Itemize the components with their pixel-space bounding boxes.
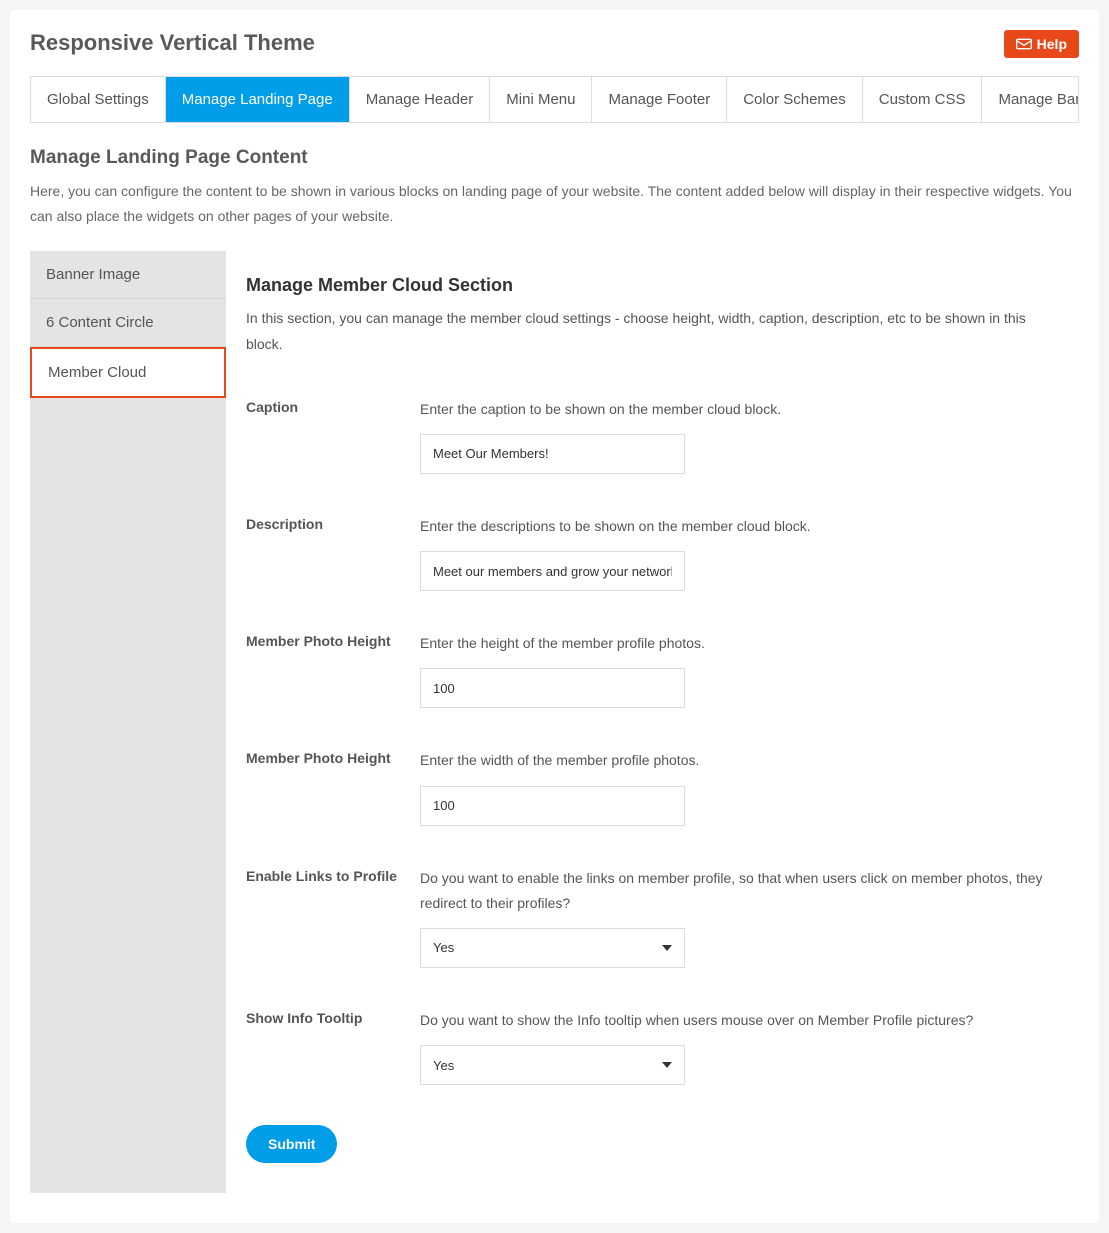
control-caption: Enter the caption to be shown on the mem… <box>420 397 1059 474</box>
header-row: Responsive Vertical Theme Help <box>30 30 1079 58</box>
helper-show-tooltip: Do you want to show the Info tooltip whe… <box>420 1008 1059 1033</box>
submit-button[interactable]: Submit <box>246 1125 337 1163</box>
row-enable-links: Enable Links to Profile Do you want to e… <box>246 866 1059 968</box>
label-photo-width: Member Photo Height <box>246 748 420 825</box>
label-description: Description <box>246 514 420 591</box>
helper-description: Enter the descriptions to be shown on th… <box>420 514 1059 539</box>
help-label: Help <box>1037 36 1067 52</box>
tab-manage-header[interactable]: Manage Header <box>350 77 491 122</box>
page-title: Responsive Vertical Theme <box>30 30 315 56</box>
content-title: Manage Member Cloud Section <box>246 275 1059 296</box>
help-button[interactable]: Help <box>1004 30 1079 58</box>
settings-panel: Banner Image 6 Content Circle Member Clo… <box>30 251 1079 1193</box>
control-photo-width: Enter the width of the member profile ph… <box>420 748 1059 825</box>
label-caption: Caption <box>246 397 420 474</box>
helper-caption: Enter the caption to be shown on the mem… <box>420 397 1059 422</box>
select-enable-links[interactable]: Yes <box>420 928 685 968</box>
row-photo-width: Member Photo Height Enter the width of t… <box>246 748 1059 825</box>
section-title: Manage Landing Page Content <box>30 147 1079 169</box>
tab-mini-menu[interactable]: Mini Menu <box>490 77 592 122</box>
control-description: Enter the descriptions to be shown on th… <box>420 514 1059 591</box>
tab-global-settings[interactable]: Global Settings <box>31 77 166 122</box>
row-caption: Caption Enter the caption to be shown on… <box>246 397 1059 474</box>
control-enable-links: Do you want to enable the links on membe… <box>420 866 1059 968</box>
tab-manage-banners[interactable]: Manage Banners <box>982 77 1079 122</box>
control-show-tooltip: Do you want to show the Info tooltip whe… <box>420 1008 1059 1085</box>
help-icon <box>1016 37 1032 51</box>
sidebar-item-6-content-circle[interactable]: 6 Content Circle <box>30 299 226 347</box>
section-desc: Here, you can configure the content to b… <box>30 179 1079 229</box>
sidebar: Banner Image 6 Content Circle Member Clo… <box>30 251 226 1193</box>
label-show-tooltip: Show Info Tooltip <box>246 1008 420 1085</box>
tab-custom-css[interactable]: Custom CSS <box>863 77 983 122</box>
input-description[interactable] <box>420 551 685 591</box>
content-area: Manage Member Cloud Section In this sect… <box>226 251 1079 1193</box>
content-desc: In this section, you can manage the memb… <box>246 306 1059 356</box>
select-show-tooltip[interactable]: Yes <box>420 1045 685 1085</box>
sidebar-item-banner-image[interactable]: Banner Image <box>30 251 226 299</box>
control-photo-height: Enter the height of the member profile p… <box>420 631 1059 708</box>
helper-enable-links: Do you want to enable the links on membe… <box>420 866 1059 916</box>
sidebar-item-member-cloud[interactable]: Member Cloud <box>30 347 226 398</box>
tab-manage-footer[interactable]: Manage Footer <box>592 77 727 122</box>
helper-photo-width: Enter the width of the member profile ph… <box>420 748 1059 773</box>
main-tabs: Global Settings Manage Landing Page Mana… <box>30 76 1079 123</box>
input-caption[interactable] <box>420 434 685 474</box>
admin-page: Responsive Vertical Theme Help Global Se… <box>10 10 1099 1223</box>
input-photo-width[interactable] <box>420 786 685 826</box>
row-description: Description Enter the descriptions to be… <box>246 514 1059 591</box>
label-enable-links: Enable Links to Profile <box>246 866 420 968</box>
input-photo-height[interactable] <box>420 668 685 708</box>
row-photo-height: Member Photo Height Enter the height of … <box>246 631 1059 708</box>
tab-manage-landing-page[interactable]: Manage Landing Page <box>166 77 350 122</box>
label-photo-height: Member Photo Height <box>246 631 420 708</box>
row-show-tooltip: Show Info Tooltip Do you want to show th… <box>246 1008 1059 1085</box>
tab-color-schemes[interactable]: Color Schemes <box>727 77 863 122</box>
helper-photo-height: Enter the height of the member profile p… <box>420 631 1059 656</box>
